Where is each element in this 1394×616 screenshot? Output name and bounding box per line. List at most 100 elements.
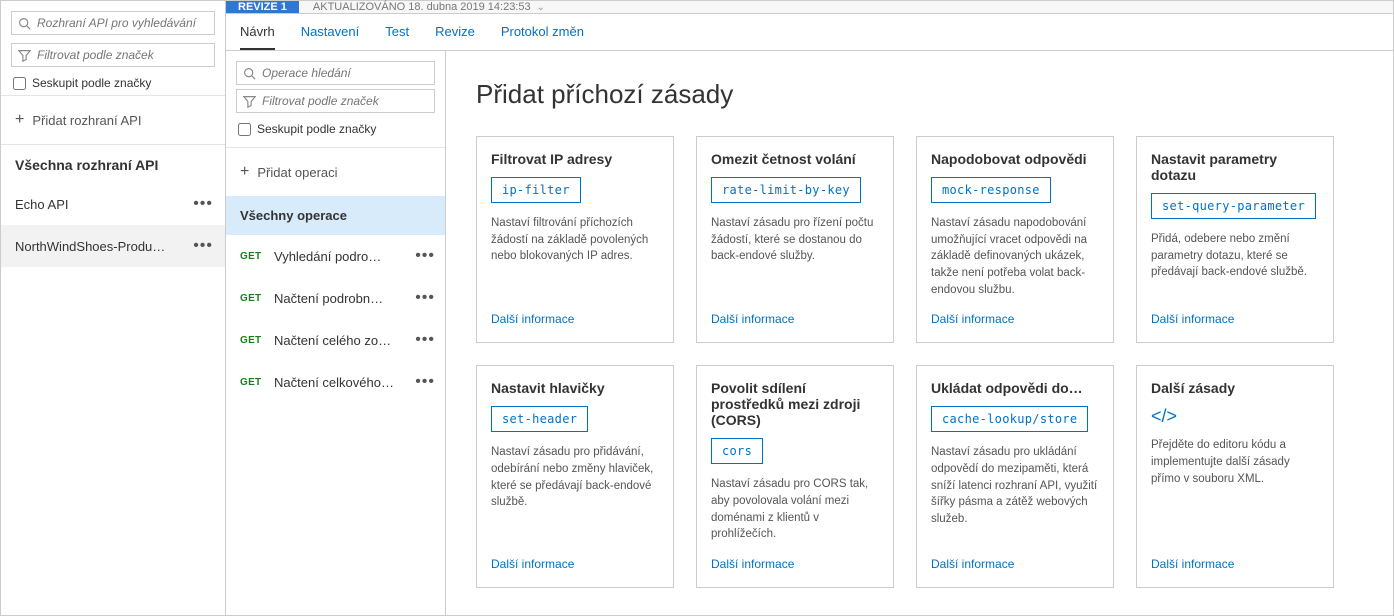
policy-tag: mock-response [931, 177, 1051, 203]
operation-item[interactable]: GET Načtení celkového… ••• [226, 361, 445, 403]
add-operation-button[interactable]: + Přidat operaci [226, 148, 445, 196]
policy-card[interactable]: Nastavit hlavičky set-header Nastaví zás… [476, 365, 674, 588]
operation-search[interactable] [236, 61, 435, 85]
operation-item[interactable]: GET Vyhledání podro… ••• [226, 235, 445, 277]
policy-tag: rate-limit-by-key [711, 177, 861, 203]
code-icon: </> [1151, 406, 1319, 427]
revision-header: REVIZE 1 AKTUALIZOVÁNO 18. dubna 2019 14… [226, 1, 1393, 14]
tab-nastavení[interactable]: Nastavení [301, 24, 360, 48]
operation-name: Vyhledání podro… [274, 249, 381, 264]
more-icon[interactable]: ••• [411, 331, 439, 349]
search-icon [18, 17, 31, 30]
more-info-link[interactable]: Další informace [491, 312, 659, 326]
updated-label: AKTUALIZOVÁNO 18. dubna 2019 14:23:53 [313, 1, 531, 13]
api-search-input[interactable] [37, 16, 208, 30]
policy-card-title: Napodobovat odpovědi [931, 151, 1099, 167]
main-tabs: Návrh Nastavení Test Revize Protokol změn [226, 14, 1393, 51]
operation-tag-filter[interactable] [236, 89, 435, 113]
api-item[interactable]: NorthWindShoes-Produ… ••• [1, 225, 225, 267]
policy-tag: cache-lookup/store [931, 406, 1088, 432]
operations-sidebar: Seskupit podle značky + Přidat operaci V… [226, 51, 446, 616]
policy-card-title: Ukládat odpovědi do… [931, 380, 1099, 396]
more-info-link[interactable]: Další informace [1151, 557, 1319, 571]
more-info-link[interactable]: Další informace [491, 557, 659, 571]
policy-card-description: Nastaví zásadu pro přidávání, odebírání … [491, 444, 659, 511]
policy-card-title: Nastavit parametry dotazu [1151, 151, 1319, 183]
policy-card-description: Nastaví zásadu napodobování umožňující v… [931, 215, 1099, 298]
tab-revize[interactable]: Revize [435, 24, 475, 48]
policy-card[interactable]: Napodobovat odpovědi mock-response Nasta… [916, 136, 1114, 343]
add-api-label: Přidat rozhraní API [32, 113, 141, 128]
operation-name: Načtení celého zo… [274, 333, 391, 348]
all-apis-header[interactable]: Všechna rozhraní API [1, 145, 225, 183]
policy-card[interactable]: Omezit četnost volání rate-limit-by-key … [696, 136, 894, 343]
tab-protokol-změn[interactable]: Protokol změn [501, 24, 584, 48]
tab-test[interactable]: Test [385, 24, 409, 48]
group-by-tag-left[interactable]: Seskupit podle značky [1, 71, 225, 95]
policy-card[interactable]: Další zásady </> Přejděte do editoru kód… [1136, 365, 1334, 588]
http-method-badge: GET [240, 251, 264, 262]
api-tag-filter-input[interactable] [37, 48, 208, 62]
policy-card-title: Omezit četnost volání [711, 151, 879, 167]
more-icon[interactable]: ••• [411, 373, 439, 391]
policy-tag: set-query-parameter [1151, 193, 1316, 219]
plus-icon: + [240, 164, 249, 180]
updated-timestamp[interactable]: AKTUALIZOVÁNO 18. dubna 2019 14:23:53 ⌄ [299, 1, 545, 13]
all-operations-item[interactable]: Všechny operace [226, 196, 445, 235]
api-item[interactable]: Echo API ••• [1, 183, 225, 225]
api-tag-filter[interactable] [11, 43, 215, 67]
more-info-link[interactable]: Další informace [931, 312, 1099, 326]
policy-tag: ip-filter [491, 177, 581, 203]
policy-card-description: Nastaví zásadu pro CORS tak, aby povolov… [711, 476, 879, 543]
group-by-tag-mid-checkbox[interactable] [238, 123, 251, 136]
operation-item[interactable]: GET Načtení celého zo… ••• [226, 319, 445, 361]
http-method-badge: GET [240, 335, 264, 346]
chevron-down-icon: ⌄ [537, 2, 545, 13]
add-api-button[interactable]: + Přidat rozhraní API [1, 96, 225, 144]
api-sidebar: Seskupit podle značky + Přidat rozhraní … [1, 1, 226, 615]
api-item-label: NorthWindShoes-Produ… [15, 239, 165, 254]
more-icon[interactable]: ••• [411, 289, 439, 307]
policy-card[interactable]: Ukládat odpovědi do… cache-lookup/store … [916, 365, 1114, 588]
http-method-badge: GET [240, 293, 264, 304]
filter-icon [243, 95, 256, 108]
search-icon [243, 67, 256, 80]
group-by-tag-mid-label: Seskupit podle značky [257, 122, 376, 136]
more-info-link[interactable]: Další informace [711, 557, 879, 571]
content-area: Přidat příchozí zásady Filtrovat IP adre… [446, 51, 1393, 616]
policy-card-title: Povolit sdílení prostředků mezi zdroji (… [711, 380, 879, 428]
policy-card-description: Nastaví filtrování příchozích žádostí na… [491, 215, 659, 265]
more-icon[interactable]: ••• [411, 247, 439, 265]
group-by-tag-left-checkbox[interactable] [13, 77, 26, 90]
policy-card[interactable]: Nastavit parametry dotazu set-query-para… [1136, 136, 1334, 343]
policy-card-description: Nastaví zásadu pro ukládání odpovědí do … [931, 444, 1099, 527]
policy-tag: cors [711, 438, 763, 464]
more-info-link[interactable]: Další informace [711, 312, 879, 326]
operation-name: Načtení podrobn… [274, 291, 383, 306]
operation-search-input[interactable] [262, 66, 428, 80]
policy-card[interactable]: Povolit sdílení prostředků mezi zdroji (… [696, 365, 894, 588]
policy-card-title: Filtrovat IP adresy [491, 151, 659, 167]
tab-návrh[interactable]: Návrh [240, 24, 275, 50]
more-info-link[interactable]: Další informace [931, 557, 1099, 571]
operation-name: Načtení celkového… [274, 375, 394, 390]
operation-item[interactable]: GET Načtení podrobn… ••• [226, 277, 445, 319]
page-title: Přidat příchozí zásady [476, 79, 1363, 110]
plus-icon: + [15, 112, 24, 128]
http-method-badge: GET [240, 377, 264, 388]
more-info-link[interactable]: Další informace [1151, 312, 1319, 326]
more-icon[interactable]: ••• [189, 237, 217, 255]
policy-card-title: Další zásady [1151, 380, 1319, 396]
policy-card-title: Nastavit hlavičky [491, 380, 659, 396]
group-by-tag-left-label: Seskupit podle značky [32, 76, 151, 90]
policy-card[interactable]: Filtrovat IP adresy ip-filter Nastaví fi… [476, 136, 674, 343]
revision-badge[interactable]: REVIZE 1 [226, 1, 299, 13]
group-by-tag-mid[interactable]: Seskupit podle značky [226, 117, 445, 141]
policy-card-description: Nastaví zásadu pro řízení počtu žádostí,… [711, 215, 879, 265]
api-search[interactable] [11, 11, 215, 35]
more-icon[interactable]: ••• [189, 195, 217, 213]
policy-card-description: Přidá, odebere nebo změní parametry dota… [1151, 231, 1319, 281]
operation-tag-filter-input[interactable] [262, 94, 428, 108]
policy-card-description: Přejděte do editoru kódu a implementujte… [1151, 437, 1319, 487]
api-item-label: Echo API [15, 197, 68, 212]
